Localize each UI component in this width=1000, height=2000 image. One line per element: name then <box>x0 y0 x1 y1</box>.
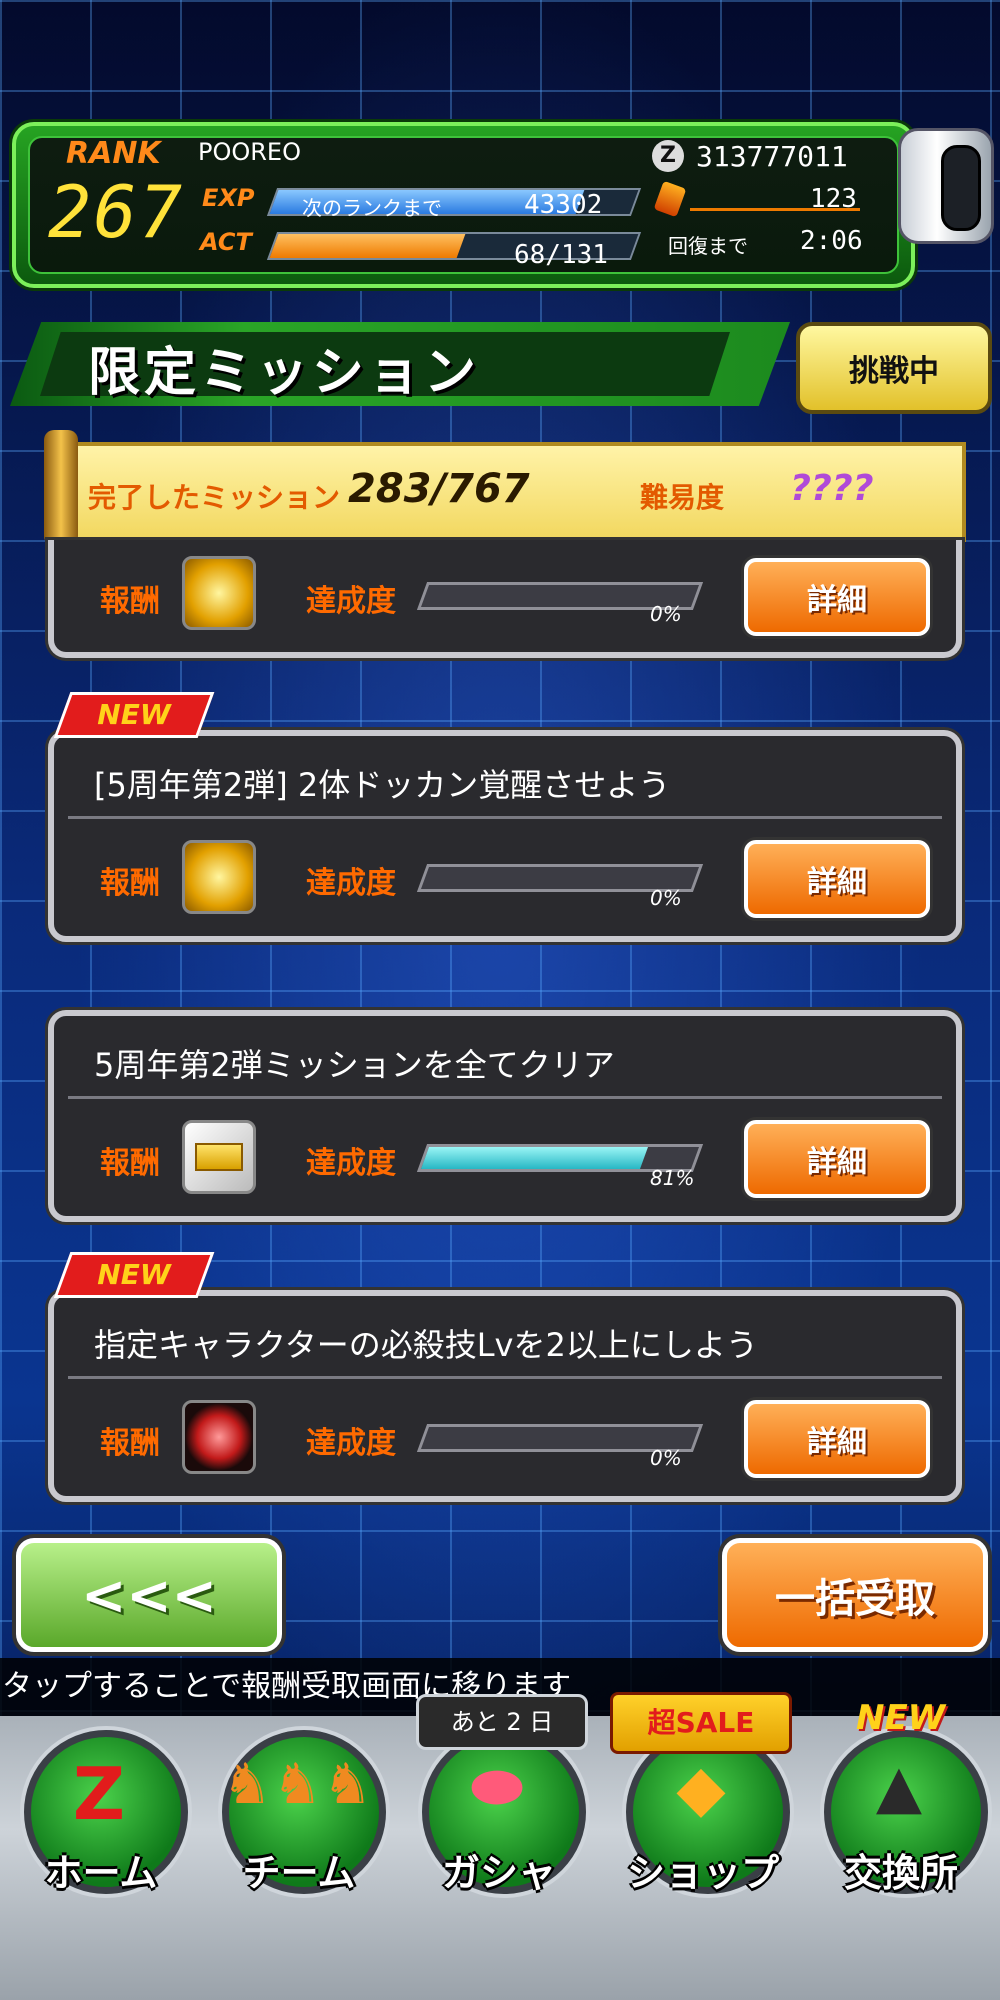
progress-fill <box>420 1427 430 1449</box>
exp-label: EXP <box>202 184 255 212</box>
anniversary-medal-icon <box>182 556 256 630</box>
reward-label: 報酬 <box>100 866 160 901</box>
progress-percent: 81% <box>650 1166 695 1190</box>
claim-all-button[interactable]: 一括受取 <box>722 1538 988 1652</box>
witch-hat-icon: ▲ <box>875 1752 923 1822</box>
reward-label: 報酬 <box>100 1426 160 1461</box>
mission-title: 5周年第2弾ミッションを全てクリア <box>94 1046 615 1084</box>
progress-fill <box>420 585 430 607</box>
scouter-menu-button[interactable] <box>898 128 994 244</box>
mission-card[interactable]: 指定キャラクターの必殺技Lvを2以上にしよう 報酬 達成度 0% 詳細 <box>48 1290 962 1502</box>
capsule-icon: ⬬ <box>471 1752 523 1822</box>
zeni-icon: Z <box>652 140 684 172</box>
difficulty-label: 難易度 <box>640 481 725 514</box>
completed-label: 完了したミッション <box>88 481 341 514</box>
exchange-new-badge: NEW <box>856 1698 946 1738</box>
reward-label: 報酬 <box>100 1146 160 1181</box>
nav-gacha[interactable]: ⬬ ガシャ <box>414 1730 586 1980</box>
scroll-rod <box>44 430 78 546</box>
rank-label: RANK <box>66 136 161 171</box>
act-value: 68/131 <box>514 240 608 270</box>
mission-card[interactable]: 報酬 達成度 0% 詳細 <box>48 540 962 658</box>
progress-fill <box>420 1147 648 1169</box>
mission-title: [5周年第2弾] 2体ドッカン覚醒させよう <box>94 766 671 804</box>
red-orb-icon <box>182 1400 256 1474</box>
sale-badge: 超SALE <box>610 1692 792 1754</box>
exp-remaining: 43302 <box>524 190 603 220</box>
reward-label: 報酬 <box>100 584 160 619</box>
achievement-label: 達成度 <box>306 1146 396 1181</box>
mission-title: 指定キャラクターの必殺技Lvを2以上にしよう <box>94 1326 758 1364</box>
progress-fill <box>420 867 430 889</box>
act-bar-fill <box>269 234 466 258</box>
stone-count: 123 <box>810 184 857 214</box>
z-logo-icon: Z <box>72 1752 126 1836</box>
achievement-label: 達成度 <box>306 1426 396 1461</box>
back-button[interactable]: <<< <box>16 1538 282 1652</box>
team-characters-icon: ♞♞♞ <box>222 1752 373 1817</box>
progress-percent: 0% <box>650 602 682 626</box>
nav-home[interactable]: Z ホーム <box>16 1730 188 1980</box>
card-divider <box>68 1376 942 1379</box>
page-title: 限定ミッション <box>88 343 481 403</box>
gacha-days-badge: あと 2 日 <box>416 1694 588 1750</box>
challenge-status-button[interactable]: 挑戦中 <box>796 322 992 414</box>
card-divider <box>68 816 942 819</box>
recover-label: 回復まで <box>668 234 748 258</box>
progress-percent: 0% <box>650 1446 682 1470</box>
progress-percent: 0% <box>650 886 682 910</box>
zeni-value: 313777011 <box>696 140 848 173</box>
completed-count: 283/767 <box>348 466 530 512</box>
detail-button[interactable]: 詳細 <box>744 1400 930 1478</box>
card-divider <box>68 1096 942 1099</box>
ticket-shape <box>195 1143 243 1171</box>
nav-shop-label: ショップ <box>626 1851 779 1895</box>
difficulty-value: ???? <box>790 468 874 509</box>
new-badge: NEW <box>53 692 215 738</box>
rank-value: 267 <box>48 170 185 254</box>
detail-button[interactable]: 詳細 <box>744 558 930 636</box>
nav-team-label: チーム <box>242 1851 356 1895</box>
player-name: POOREO <box>198 138 301 166</box>
mission-card[interactable]: 5周年第2弾ミッションを全てクリア 報酬 達成度 81% 詳細 <box>48 1010 962 1222</box>
mission-card[interactable]: [5周年第2弾] 2体ドッカン覚醒させよう 報酬 達成度 0% 詳細 <box>48 730 962 942</box>
gold-ticket-icon <box>182 1120 256 1194</box>
nav-shop[interactable]: ◆ ショップ <box>618 1730 790 1980</box>
dragon-stone-shop-icon: ◆ <box>676 1752 726 1826</box>
nav-gacha-label: ガシャ <box>441 1851 556 1895</box>
nav-home-label: ホーム <box>44 1851 158 1895</box>
nav-exchange[interactable]: ▲ 交換所 <box>816 1730 988 1980</box>
detail-button[interactable]: 詳細 <box>744 840 930 918</box>
achievement-label: 達成度 <box>306 584 396 619</box>
detail-button[interactable]: 詳細 <box>744 1120 930 1198</box>
nav-team[interactable]: ♞♞♞ チーム <box>214 1730 386 1980</box>
new-badge: NEW <box>53 1252 215 1298</box>
anniversary-medal-icon <box>182 840 256 914</box>
recover-time: 2:06 <box>800 226 863 256</box>
exp-next-text: 次のランクまで <box>302 196 442 220</box>
achievement-label: 達成度 <box>306 866 396 901</box>
nav-exchange-label: 交換所 <box>843 1851 958 1895</box>
act-label: ACT <box>200 228 252 256</box>
